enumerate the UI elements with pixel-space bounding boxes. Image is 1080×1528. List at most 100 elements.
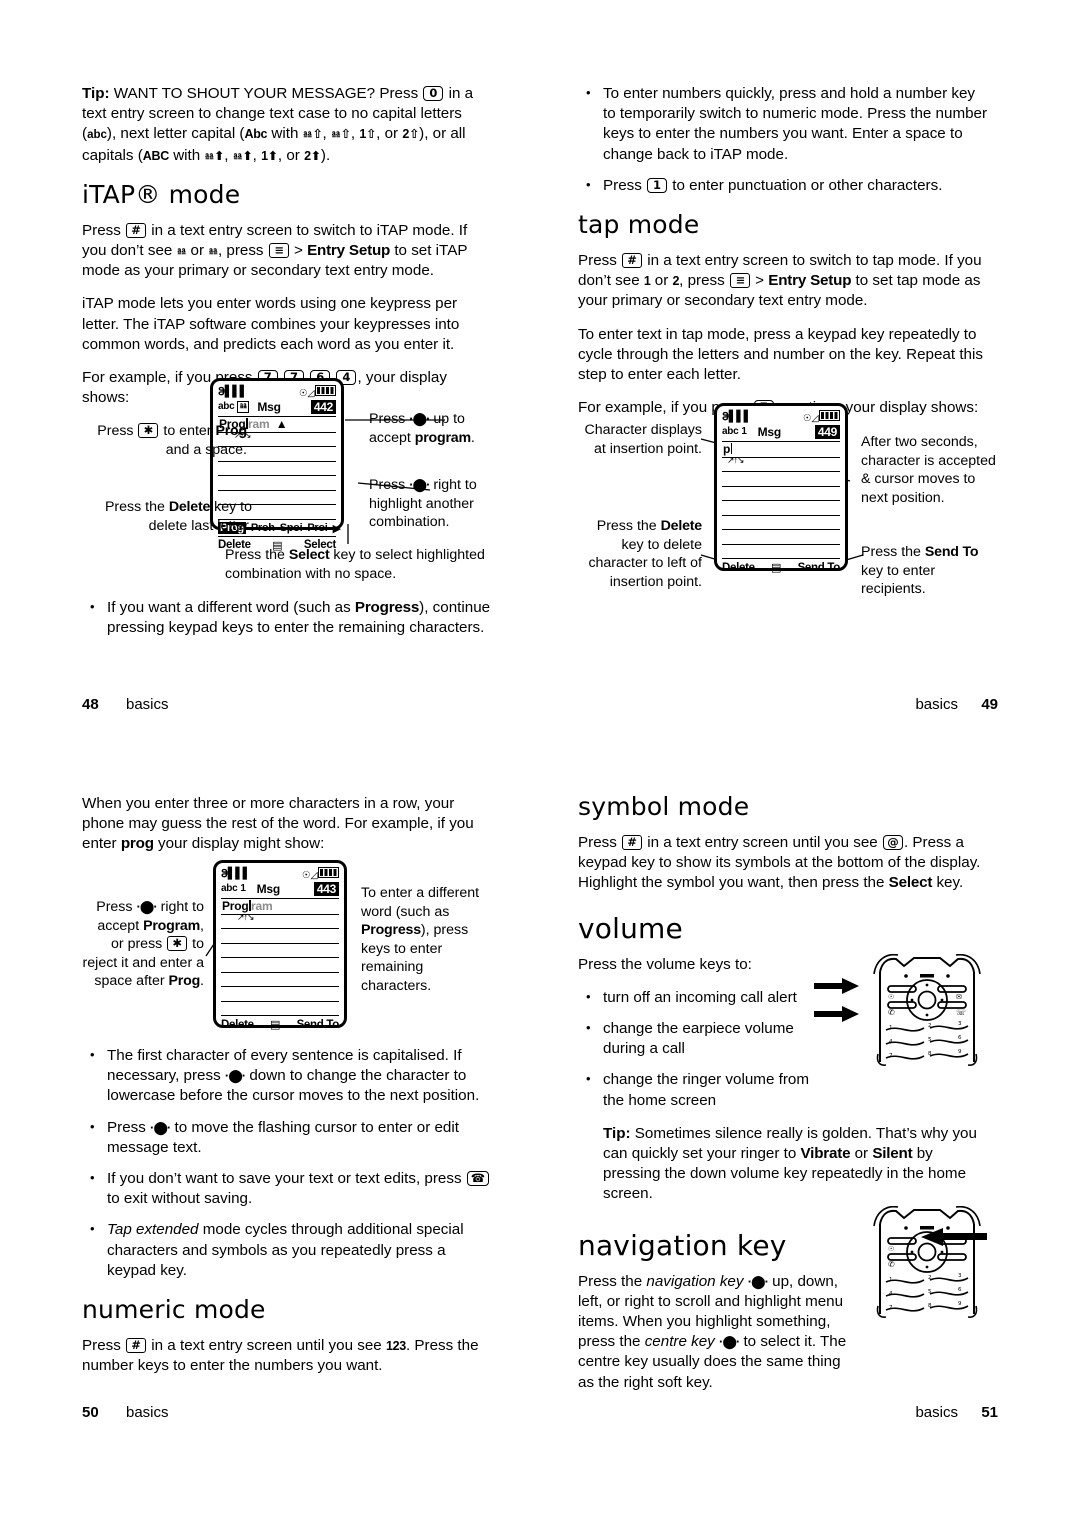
column-left-page50: When you enter three or more characters … bbox=[82, 794, 494, 868]
itap-intro-paragraph: Press # in a text entry screen to switch… bbox=[82, 221, 468, 280]
character-count-2: 449 bbox=[814, 424, 840, 439]
navigation-key-icon-6: ·⬤· bbox=[747, 1273, 769, 1289]
phone-softkey-bar-2: Delete ▤ Send To bbox=[722, 559, 840, 575]
key-hash-icon-3: # bbox=[126, 1338, 147, 1354]
bullet-ringer-volume: change the ringer volume from the home s… bbox=[578, 1069, 828, 1110]
page-number-right: 49 bbox=[981, 696, 998, 713]
figure-word-guess-display: Ჵ▌▌▌ ☉◿ abc 1 Msg 443 Prog ram ↗↑↘ Delet… bbox=[82, 860, 494, 1045]
word-option-4[interactable]: Proi bbox=[307, 522, 328, 534]
svg-text:☉: ☉ bbox=[888, 1245, 894, 1253]
menu-indicator-icon-2[interactable]: ▤ bbox=[771, 561, 781, 574]
text-line-3b bbox=[722, 472, 840, 487]
itap-indicator-icon: ⎂ bbox=[176, 244, 187, 259]
svg-text:7: 7 bbox=[889, 1053, 893, 1059]
heading-symbol-mode: symbol mode bbox=[578, 792, 750, 821]
tip-paragraph: Tip: WANT TO SHOUT YOUR MESSAGE? Press 0… bbox=[82, 85, 474, 164]
phone-screen-wordguess: Ჵ▌▌▌ ☉◿ abc 1 Msg 443 Prog ram ↗↑↘ Delet… bbox=[213, 860, 347, 1031]
text-line-6b bbox=[722, 516, 840, 530]
svg-text:9: 9 bbox=[958, 1049, 962, 1055]
text-line-7b bbox=[722, 530, 840, 545]
tap-intro-paragraph: Press # in a text entry screen to switch… bbox=[578, 252, 982, 310]
bullet-exit-without-saving: If you don’t want to save your text or t… bbox=[82, 1168, 494, 1209]
page-number-left-2: 50 bbox=[82, 1404, 99, 1421]
more-words-arrow-icon[interactable]: ▶ bbox=[333, 522, 341, 535]
word-option-3[interactable]: Spoi bbox=[280, 522, 303, 534]
symbol-mode-paragraph: Press # in a text entry screen until you… bbox=[578, 834, 981, 892]
key-hash-icon-4: # bbox=[622, 835, 643, 850]
case-glyph-itap-caps: ⎂⬆ bbox=[204, 148, 225, 163]
key-hash-icon-2: # bbox=[622, 253, 643, 269]
text-line-1b: p ↗↑↘ bbox=[722, 442, 840, 465]
heading-numeric-mode: numeric mode bbox=[82, 1295, 266, 1325]
text-line-5 bbox=[218, 476, 336, 491]
cursor-icon-2 bbox=[730, 443, 733, 454]
battery-icon bbox=[315, 384, 336, 396]
callout-delete-character: Press the Delete key to delete character… bbox=[588, 518, 702, 590]
tap-description-paragraph: To enter text in tap mode, press a keypa… bbox=[578, 325, 983, 384]
text-line-2b bbox=[722, 458, 840, 472]
illustration-phone-navigation-key: ☉ ✆ 1 2 3 4 5 6 7 8 9 bbox=[866, 1205, 987, 1318]
word-guess-paragraph: When you enter three or more characters … bbox=[82, 795, 474, 853]
text-line-5c bbox=[221, 958, 339, 973]
centre-key-icon: ·⬤· bbox=[719, 1334, 740, 1350]
svg-text:5: 5 bbox=[928, 1037, 932, 1043]
callout-highlight-combination: Press ·⬤· right to highlight another com… bbox=[369, 477, 477, 530]
svg-text:8: 8 bbox=[928, 1303, 932, 1309]
svg-text:3: 3 bbox=[958, 1273, 962, 1279]
softkey-left-2[interactable]: Delete bbox=[722, 562, 755, 574]
phone-title-bar-3: abc 1 Msg 443 bbox=[221, 880, 339, 899]
tap-indicator-1: 1 bbox=[643, 274, 651, 289]
svg-text:8: 8 bbox=[928, 1051, 932, 1057]
svg-text:✆: ✆ bbox=[888, 1008, 895, 1017]
text-line-8b bbox=[722, 545, 840, 559]
svg-text:7: 7 bbox=[889, 1305, 893, 1311]
text-line-4 bbox=[218, 462, 336, 476]
signal-strength-icon: Ჵ▌▌▌ bbox=[218, 385, 248, 398]
word-option-2[interactable]: Proh bbox=[251, 522, 275, 534]
svg-text:6: 6 bbox=[958, 1287, 962, 1293]
svg-text:☏: ☏ bbox=[956, 1008, 966, 1017]
callout-enter-different-word: To enter a different word (such as Progr… bbox=[361, 885, 480, 994]
callout-accept-or-reject: Press ·⬤· right to accept Program, or pr… bbox=[82, 899, 204, 989]
phone-screen-tap: Ჵ▌▌▌ ☉◿ abc 1 Msg 449 p ↗↑↘ Delete ▤ Sen… bbox=[714, 403, 848, 574]
column-left-page48-bullets: If you want a different word (such as Pr… bbox=[82, 597, 494, 651]
navigation-key-paragraph: Press the navigation key ·⬤· up, down, l… bbox=[578, 1272, 847, 1391]
callout-character-displays: Character displays at insertion point. bbox=[584, 422, 703, 457]
battery-icon-2 bbox=[819, 409, 840, 421]
tip-label: Tip: bbox=[82, 85, 110, 102]
section-label-left-2: basics bbox=[126, 1404, 169, 1421]
figure-tap-display: Ჵ▌▌▌ ☉◿ abc 1 Msg 449 p ↗↑↘ Delete ▤ Sen… bbox=[578, 403, 998, 597]
entered-text-3: Prog ram bbox=[222, 899, 273, 913]
softkey-right-3[interactable]: Send To bbox=[297, 1019, 340, 1031]
bullet-first-char-capital: The first character of every sentence is… bbox=[82, 1045, 494, 1107]
softkey-right-2[interactable]: Send To bbox=[798, 562, 841, 574]
bullet-earpiece-volume: change the earpiece volume during a call bbox=[578, 1018, 828, 1059]
menu-indicator-icon-3[interactable]: ▤ bbox=[270, 1018, 280, 1031]
svg-text:3: 3 bbox=[958, 1021, 962, 1027]
text-line-4b bbox=[722, 487, 840, 501]
tap-mode-icon: 1 bbox=[741, 426, 747, 437]
section-label-right: basics bbox=[915, 696, 958, 713]
navigation-key-icon-4: ·⬤· bbox=[224, 1068, 246, 1084]
svg-text:5: 5 bbox=[928, 1289, 932, 1295]
section-label-left: basics bbox=[126, 696, 169, 713]
svg-text:6: 6 bbox=[958, 1035, 962, 1041]
callout-select-key: Press the Select key to select highlight… bbox=[225, 547, 485, 582]
signal-strength-icon-2: Ჵ▌▌▌ bbox=[722, 410, 752, 423]
bullet-tap-extended: Tap extended mode cycles through additio… bbox=[82, 1219, 494, 1281]
navigation-key-icon-5: ·⬤· bbox=[150, 1119, 171, 1135]
page-spread-48-49: Tip: WANT TO SHOUT YOUR MESSAGE? Press 0… bbox=[0, 0, 1080, 764]
softkey-left-3[interactable]: Delete bbox=[221, 1019, 254, 1031]
tap-mode-icon-3: 1 bbox=[240, 883, 246, 894]
page-number-left: 48 bbox=[82, 696, 99, 713]
msg-label: Msg bbox=[257, 399, 281, 414]
bullet-move-cursor: Press ·⬤· to move the flashing cursor to… bbox=[82, 1117, 494, 1158]
phone-keypad-svg-volume: ☉ ✆ ✉ ☏ 1 2 3 4 5 6 7 8 9 bbox=[873, 953, 981, 1066]
case-glyph-1-shift: 1⇧ bbox=[359, 127, 377, 142]
itap-bullet-list: If you want a different word (such as Pr… bbox=[82, 597, 494, 638]
heading-tap-mode: tap mode bbox=[578, 210, 700, 240]
heading-itap-mode: iTAP® mode bbox=[82, 179, 241, 209]
svg-text:✆: ✆ bbox=[888, 1260, 895, 1269]
key-star-icon-2: ✱ bbox=[167, 936, 188, 951]
svg-text:4: 4 bbox=[889, 1291, 893, 1297]
